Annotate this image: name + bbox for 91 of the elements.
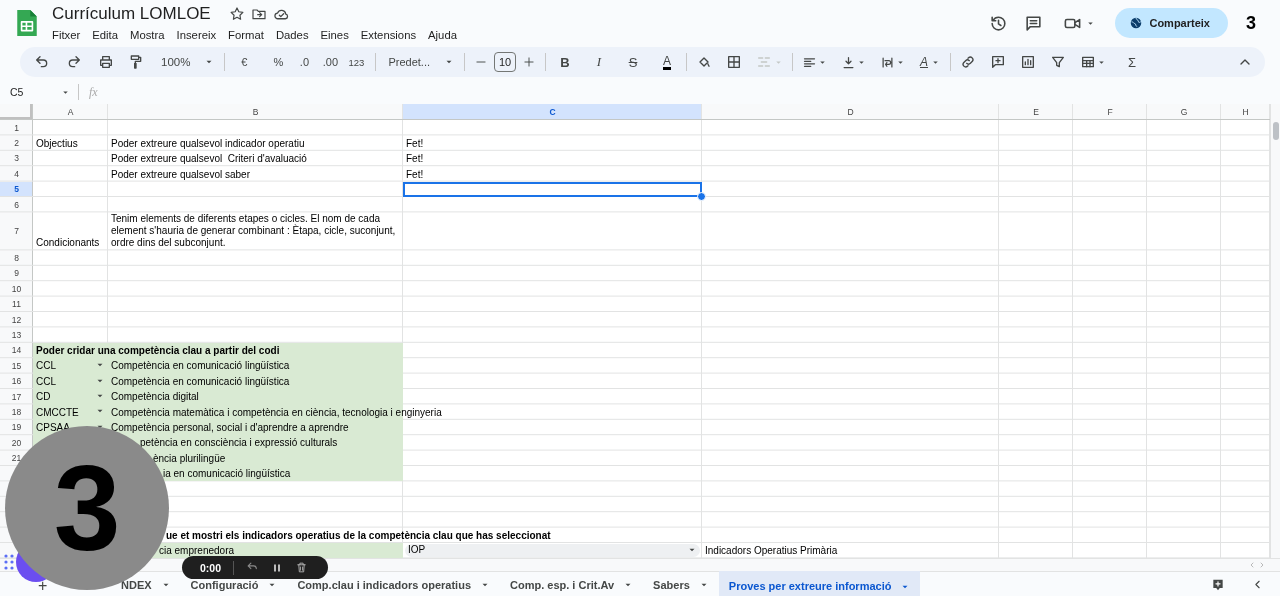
- align-bottom-icon[interactable]: [841, 54, 856, 70]
- globe-icon: [1129, 16, 1144, 30]
- column-header[interactable]: E: [999, 104, 1073, 120]
- link-icon[interactable]: [960, 54, 976, 70]
- document-title[interactable]: Currículum LOMLOE: [52, 4, 211, 24]
- cell-text: Objectius: [36, 137, 78, 150]
- merge-cells-icon[interactable]: [756, 54, 772, 70]
- cell-text: Fet!: [406, 168, 424, 181]
- history-icon[interactable]: [989, 13, 1009, 33]
- sheet-tab[interactable]: Comp.clau i indicadors operatius: [287, 577, 500, 596]
- cell-text: Competència matemàtica i competència en ciència, tecnologia i enginyeria: [111, 406, 442, 419]
- dropdown-cell[interactable]: IOP: [405, 543, 700, 558]
- menu-item[interactable]: Fitxer: [47, 27, 86, 43]
- column-header[interactable]: F: [1073, 104, 1147, 120]
- menu-item[interactable]: Eines: [315, 27, 354, 43]
- table-icon[interactable]: [1080, 54, 1096, 70]
- font-size-field[interactable]: 10: [494, 52, 516, 72]
- cell-text: Condicionants: [36, 237, 100, 250]
- column-header[interactable]: G: [1147, 104, 1221, 120]
- undo-icon[interactable]: [34, 54, 50, 70]
- strikethrough-button[interactable]: S: [623, 51, 643, 73]
- dropdown-cell[interactable]: CCL: [33, 358, 108, 374]
- column-header[interactable]: B: [108, 104, 403, 120]
- counter-text: 3: [1246, 12, 1256, 34]
- cell-text: ue et mostri els indicadors operatius de la competència clau que has seleccionat: [166, 529, 551, 542]
- italic-button[interactable]: I: [589, 51, 609, 73]
- spreadsheet-logo-icon[interactable]: [14, 10, 40, 36]
- fill-handle[interactable]: [697, 191, 706, 201]
- print-icon[interactable]: [98, 54, 114, 70]
- decrease-decimals-button[interactable]: .0: [294, 51, 315, 73]
- cell-text: Poder extreure qualsevol Criteri d'avaluació: [111, 153, 307, 166]
- star-icon[interactable]: [228, 6, 245, 22]
- column-header[interactable]: D: [702, 104, 999, 120]
- cell-text: IOP: [408, 544, 426, 557]
- cell-text: CCL: [36, 375, 56, 388]
- percent-button[interactable]: %: [268, 51, 289, 73]
- zoom-dropdown[interactable]: 100%: [160, 51, 216, 73]
- recording-timer: 0:00: [200, 561, 221, 574]
- cell-text: Tenim elements de diferents etapes o cicles. El nom de cada element s'hauria de generar combinant : Ètapa, cicle, suconjunt, ordre dins del subconjunt.: [111, 213, 397, 250]
- folder-icon[interactable]: [250, 6, 267, 22]
- text-color-button[interactable]: A: [657, 51, 677, 73]
- menu-item[interactable]: Ajuda: [423, 27, 462, 43]
- menu-item[interactable]: Edita: [87, 27, 123, 43]
- cell-text: Competència digital: [111, 391, 199, 404]
- filter-icon[interactable]: [1050, 54, 1066, 70]
- borders-icon[interactable]: [726, 54, 742, 70]
- menu-item[interactable]: Dades: [270, 27, 314, 43]
- cell-text: Poder extreure qualsevol saber: [111, 168, 250, 181]
- scrollbar-thumb[interactable]: [1273, 122, 1279, 140]
- sheet-tab[interactable]: Comp. esp. i Crit.Av: [500, 577, 644, 596]
- column-header[interactable]: H: [1221, 104, 1270, 120]
- sheet-tab[interactable]: Configuració: [180, 577, 288, 596]
- name-box[interactable]: C5: [10, 84, 79, 100]
- cell-text: CD: [36, 391, 51, 404]
- dropdown-cell[interactable]: CCL: [33, 373, 108, 389]
- paint-format-icon[interactable]: [128, 54, 144, 70]
- cell-text: CCL: [36, 360, 56, 373]
- explore-icon[interactable]: [1211, 577, 1225, 592]
- text-rotation-button[interactable]: A: [919, 51, 941, 73]
- share-button[interactable]: Comparteix: [1115, 8, 1228, 38]
- trash-icon[interactable]: [295, 561, 308, 574]
- menu-item[interactable]: Insereix: [171, 27, 222, 43]
- menu-item[interactable]: Mostra: [125, 27, 170, 43]
- sheet-tab[interactable]: Sabers: [643, 577, 719, 596]
- currency-button[interactable]: €: [234, 51, 255, 73]
- fx-label: fx: [89, 84, 98, 100]
- plus-icon[interactable]: [522, 55, 536, 69]
- add-comment-icon[interactable]: [990, 54, 1006, 70]
- cell-text: Competència en comunicació lingüística: [111, 375, 290, 388]
- number-format-button[interactable]: 123: [346, 51, 367, 73]
- dropdown-cell[interactable]: CMCCTE: [33, 404, 108, 420]
- bold-button[interactable]: B: [555, 51, 575, 73]
- cell-text: Poder cridar una competència clau a partir del codi: [36, 345, 280, 358]
- chart-icon[interactable]: [1020, 54, 1036, 70]
- column-header[interactable]: A: [33, 104, 108, 120]
- comment-icon[interactable]: [1024, 13, 1044, 33]
- column-header[interactable]: C: [403, 104, 702, 120]
- redo-icon[interactable]: [66, 54, 82, 70]
- drag-handle-icon[interactable]: [3, 553, 15, 571]
- functions-button[interactable]: Σ: [1122, 51, 1142, 73]
- cell-text: Competència en comunicació lingüística: [111, 360, 290, 373]
- menu-item[interactable]: Extensions: [355, 27, 422, 43]
- increase-decimals-button[interactable]: .00: [320, 51, 341, 73]
- font-dropdown[interactable]: Predet...: [387, 51, 455, 73]
- menu-item[interactable]: Format: [223, 27, 269, 43]
- cell-text: Poder extreure qualsevol indicador operatiu: [111, 137, 305, 150]
- cell-text: CMCCTE: [36, 406, 79, 419]
- cell-text: Fet!: [406, 137, 424, 150]
- sheet-tab[interactable]: Proves per extreure informació: [718, 571, 921, 596]
- cell-text: Indicadors Operatius Primària: [705, 545, 838, 558]
- cell-text: Fet!: [406, 153, 424, 166]
